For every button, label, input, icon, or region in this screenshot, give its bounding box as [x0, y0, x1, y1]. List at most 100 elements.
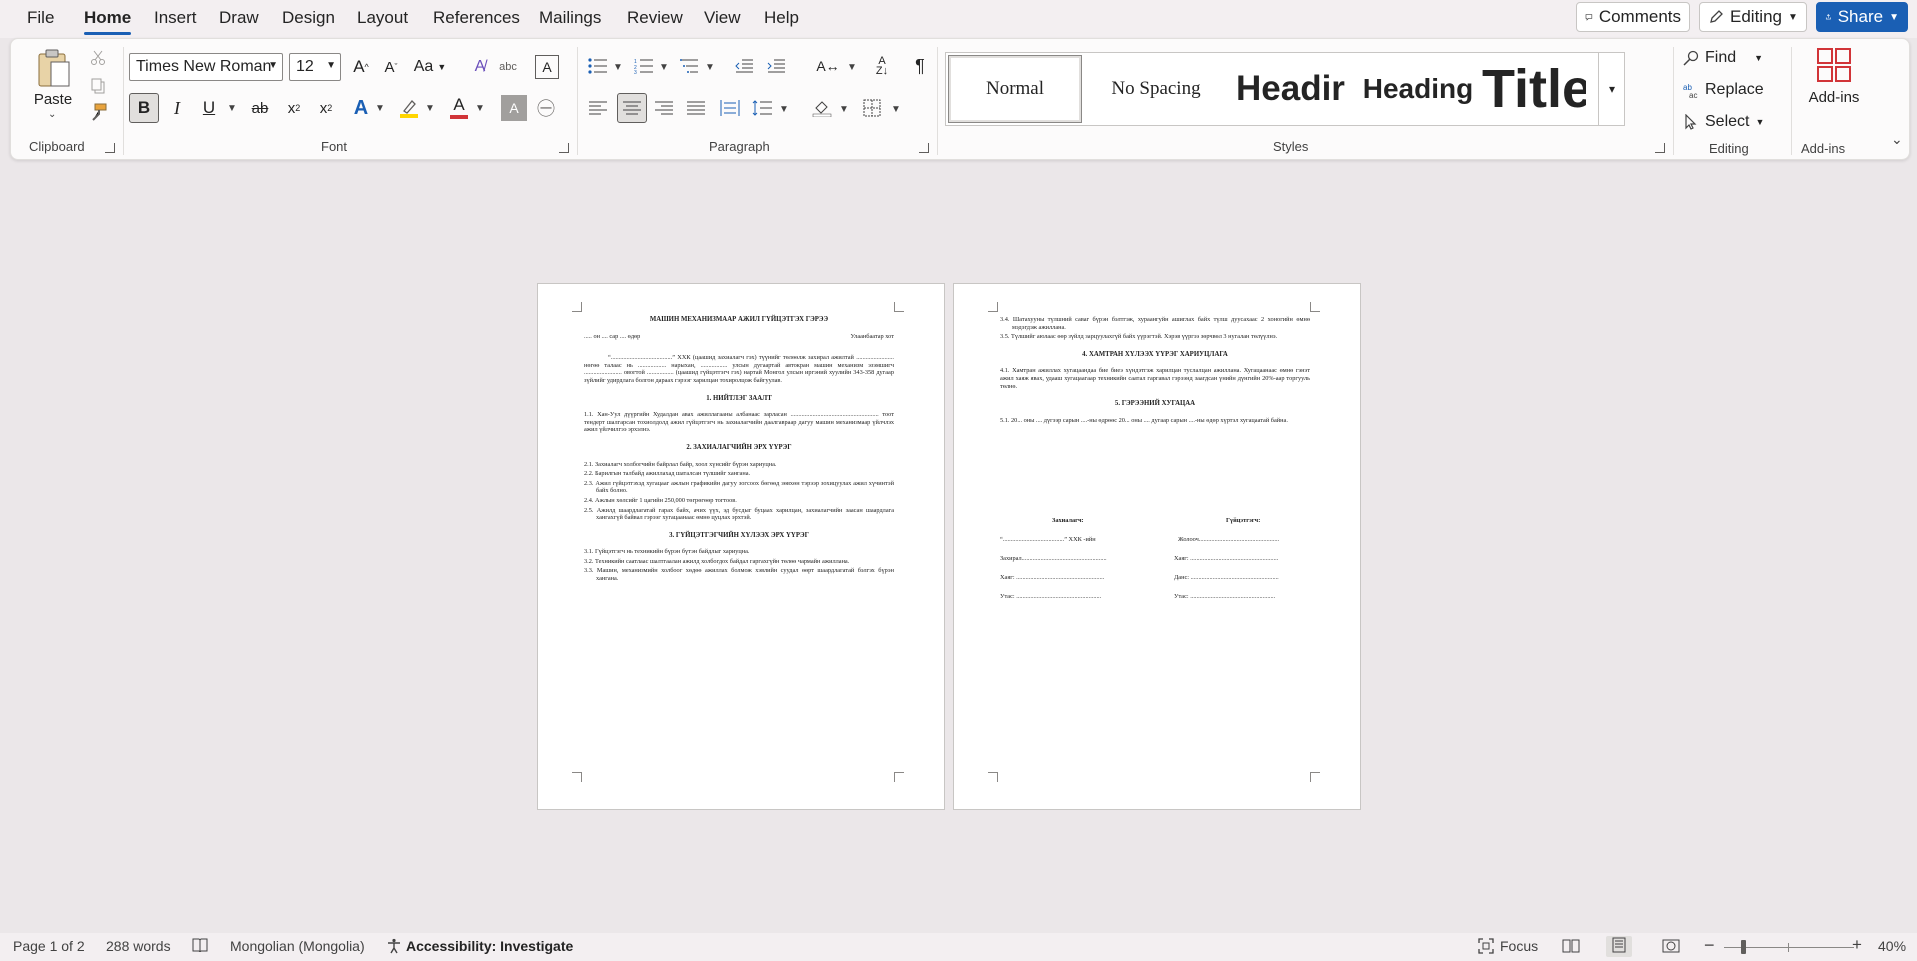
text-effects-chevron-icon[interactable]: ▼ — [375, 103, 385, 114]
proofing-icon[interactable] — [192, 938, 208, 955]
replace-button[interactable]: ab ac Replace — [1683, 77, 1779, 103]
menu-references[interactable]: References — [433, 8, 520, 28]
add-ins-button[interactable]: Add-ins — [1797, 87, 1871, 107]
menu-review[interactable]: Review — [627, 8, 683, 28]
shading-icon[interactable] — [809, 95, 835, 121]
font-color-icon[interactable]: A — [445, 93, 473, 123]
align-left-icon[interactable] — [585, 95, 611, 121]
menu-draw[interactable]: Draw — [219, 8, 259, 28]
select-button[interactable]: Select ▼ — [1683, 109, 1779, 135]
bullets-chevron-icon[interactable]: ▼ — [613, 62, 623, 73]
font-size-combo[interactable]: 12 ▼ — [289, 53, 341, 81]
document-page-2[interactable]: 3.4. Шатахууны түлшний саваг бүрэн бэлтг… — [953, 283, 1361, 810]
superscript-button[interactable]: x2 — [311, 93, 341, 123]
line-spacing-icon[interactable] — [749, 95, 775, 121]
style-heading-2[interactable]: Heading — [1356, 55, 1480, 123]
collapse-ribbon-chevron-icon[interactable]: ⌄ — [1891, 131, 1903, 148]
menu-help[interactable]: Help — [764, 8, 799, 28]
menu-file[interactable]: File — [27, 8, 54, 28]
numbering-chevron-icon[interactable]: ▼ — [659, 62, 669, 73]
word-count[interactable]: 288 words — [106, 938, 171, 954]
enclose-characters-icon[interactable]: ㊀ — [533, 95, 559, 121]
text-effects-icon[interactable]: A — [347, 93, 375, 123]
zoom-in-button[interactable]: + — [1852, 935, 1862, 955]
print-layout-icon[interactable] — [1606, 936, 1632, 957]
distributed-icon[interactable] — [717, 95, 743, 121]
copy-icon[interactable] — [85, 75, 111, 97]
accessibility-status[interactable]: Accessibility: Investigate — [386, 938, 573, 954]
paragraph-launcher-icon[interactable] — [919, 143, 929, 153]
font-name-value: Times New Roman — [136, 58, 272, 75]
cut-icon[interactable] — [85, 47, 111, 69]
grow-font-icon[interactable]: A ^ — [347, 53, 375, 81]
zoom-level[interactable]: 40% — [1878, 938, 1906, 954]
status-bar: Page 1 of 2 288 words Mongolian (Mongoli… — [0, 933, 1917, 961]
language-status[interactable]: Mongolian (Mongolia) — [230, 938, 365, 954]
page-count[interactable]: Page 1 of 2 — [13, 938, 85, 954]
zoom-out-button[interactable]: − — [1704, 935, 1715, 956]
shrink-font-icon[interactable]: Aˇ — [377, 53, 405, 81]
add-ins-icon[interactable] — [1805, 45, 1863, 85]
list-item: 2.5. Ажилд шаардлагатай гарах байх, ачих… — [584, 506, 894, 522]
focus-button[interactable]: Focus — [1478, 938, 1538, 954]
text-direction-icon[interactable]: A↔ — [815, 53, 841, 79]
style-no-spacing[interactable]: No Spacing — [1086, 55, 1226, 123]
bullets-icon[interactable] — [585, 53, 611, 79]
comments-button[interactable]: Comments — [1576, 2, 1690, 32]
format-painter-icon[interactable] — [85, 101, 111, 123]
justify-icon[interactable] — [683, 95, 709, 121]
web-layout-icon[interactable] — [1662, 938, 1680, 957]
multilevel-chevron-icon[interactable]: ▼ — [705, 62, 715, 73]
shading-chevron-icon[interactable]: ▼ — [839, 104, 849, 115]
clipboard-launcher-icon[interactable] — [105, 143, 115, 153]
phonetic-guide-icon[interactable]: abc — [495, 53, 521, 81]
zoom-slider-thumb[interactable] — [1741, 940, 1746, 954]
italic-button[interactable]: I — [163, 93, 191, 123]
clear-formatting-icon[interactable]: A̸ — [467, 53, 493, 81]
menu-mailings[interactable]: Mailings — [539, 8, 601, 28]
style-heading-1[interactable]: Headir — [1230, 55, 1354, 123]
line-spacing-chevron-icon[interactable]: ▼ — [779, 104, 789, 115]
menu-design[interactable]: Design — [282, 8, 335, 28]
share-button[interactable]: Share ▼ — [1816, 2, 1908, 32]
subscript-button[interactable]: x2 — [279, 93, 309, 123]
document-page-1[interactable]: МАШИН МЕХАНИЗМААР АЖИЛ ГҮЙЦЭТГЭХ ГЭРЭЭ .… — [537, 283, 945, 810]
menu-home[interactable]: Home — [84, 8, 132, 35]
read-mode-icon[interactable] — [1562, 938, 1580, 957]
character-border-icon[interactable]: A — [535, 55, 559, 79]
bold-button[interactable]: B — [129, 93, 159, 123]
change-case-button[interactable]: Aa ▼ — [409, 53, 451, 81]
font-name-combo[interactable]: Times New Roman ▼ — [129, 53, 283, 81]
multilevel-list-icon[interactable] — [677, 53, 703, 79]
paste-button[interactable] — [31, 47, 75, 91]
increase-indent-icon[interactable] — [763, 53, 789, 79]
find-button[interactable]: Find ▼ — [1683, 45, 1775, 71]
styles-more-chevron-icon[interactable]: ▾ — [1598, 53, 1625, 125]
underline-chevron-icon[interactable]: ▼ — [227, 103, 237, 114]
font-color-chevron-icon[interactable]: ▼ — [475, 103, 485, 114]
menu-insert[interactable]: Insert — [154, 8, 197, 28]
style-title[interactable]: Title — [1482, 55, 1586, 123]
editing-mode-button[interactable]: Editing ▼ — [1699, 2, 1807, 32]
styles-launcher-icon[interactable] — [1655, 143, 1665, 153]
menu-layout[interactable]: Layout — [357, 8, 408, 28]
underline-button[interactable]: U — [195, 93, 223, 123]
borders-icon[interactable] — [859, 95, 885, 121]
sort-icon[interactable]: A Z↓ — [869, 53, 895, 79]
show-formatting-marks-icon[interactable]: ¶ — [907, 53, 933, 79]
numbering-icon[interactable]: 123 — [631, 53, 657, 79]
decrease-indent-icon[interactable] — [731, 53, 757, 79]
style-normal[interactable]: Normal — [948, 55, 1082, 123]
text-direction-chevron-icon[interactable]: ▼ — [847, 62, 857, 73]
highlight-color-icon[interactable] — [395, 93, 423, 123]
character-shading-icon[interactable]: A — [501, 95, 527, 121]
strikethrough-button[interactable]: ab — [245, 93, 275, 123]
document-canvas[interactable]: МАШИН МЕХАНИЗМААР АЖИЛ ГҮЙЦЭТГЭХ ГЭРЭЭ .… — [0, 161, 1917, 931]
align-right-icon[interactable] — [651, 95, 677, 121]
highlight-chevron-icon[interactable]: ▼ — [425, 103, 435, 114]
borders-chevron-icon[interactable]: ▼ — [891, 104, 901, 115]
font-launcher-icon[interactable] — [559, 143, 569, 153]
paste-options-chevron-icon[interactable]: ⌄ — [48, 109, 56, 120]
align-center-icon[interactable] — [617, 93, 647, 123]
menu-view[interactable]: View — [704, 8, 741, 28]
